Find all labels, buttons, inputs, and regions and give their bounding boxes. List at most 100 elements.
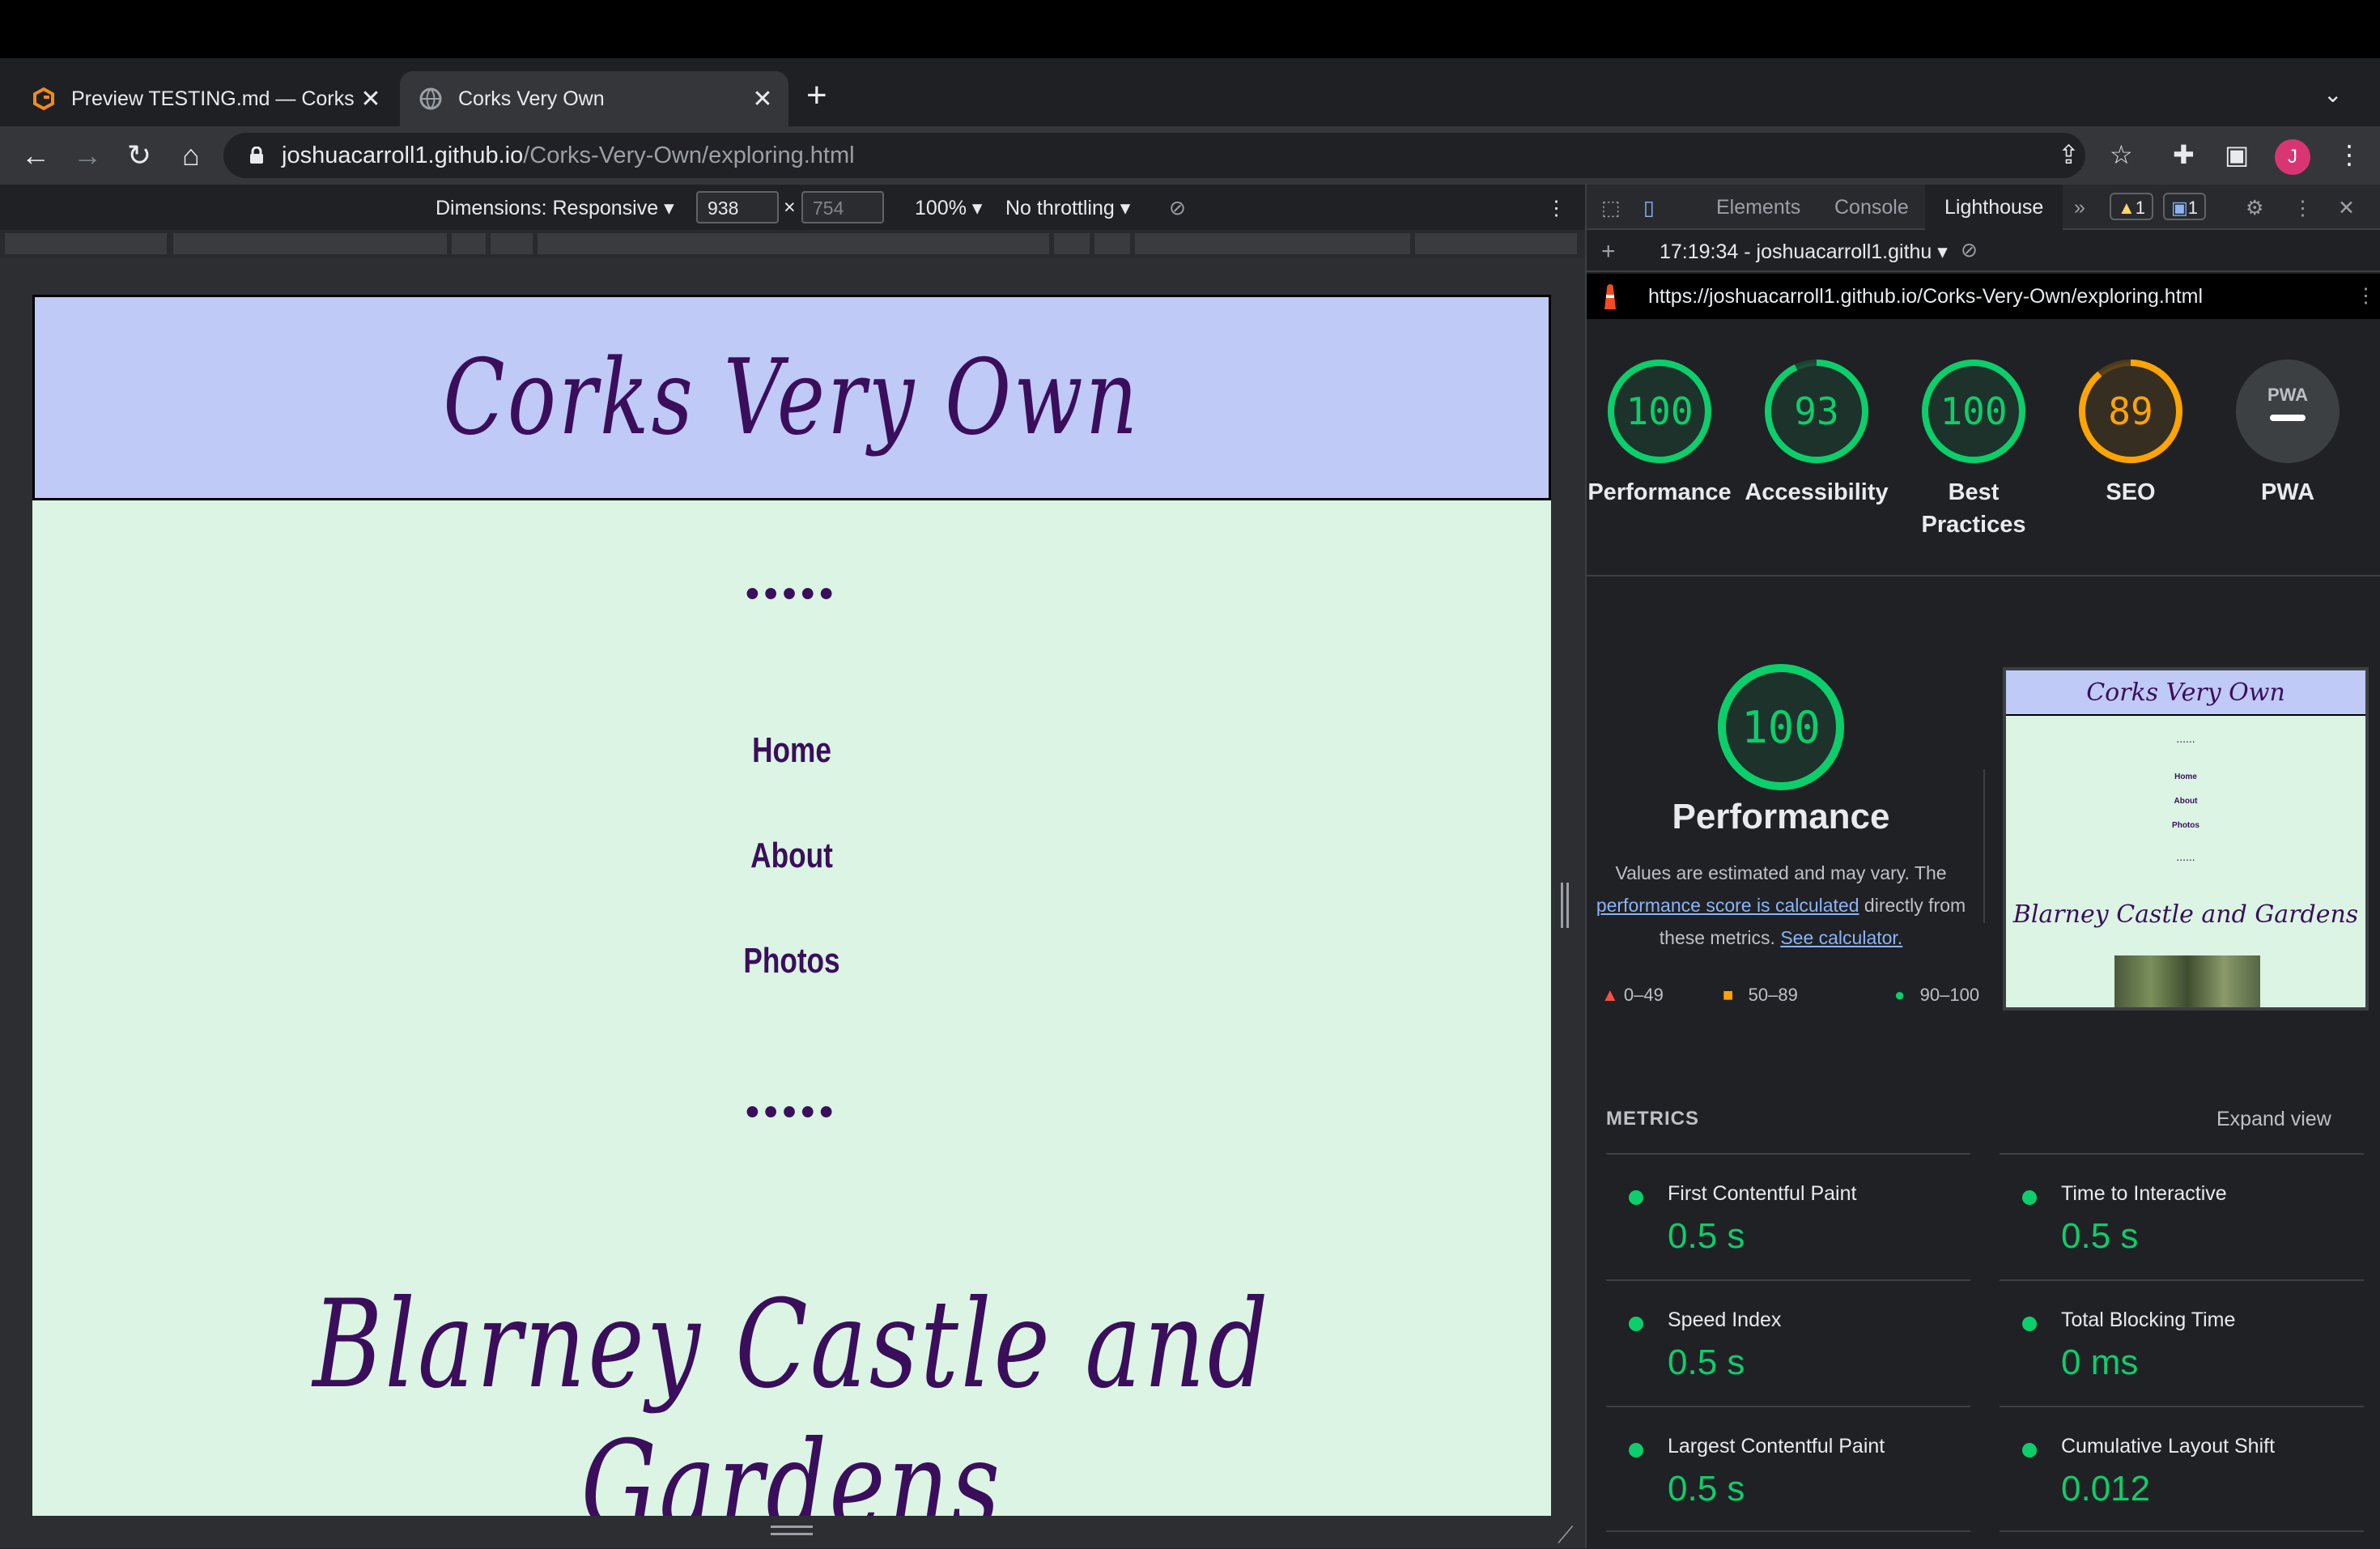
tab-search-chevron-icon[interactable]: ⌄: [2323, 81, 2342, 108]
performance-large-score: 100: [1741, 701, 1821, 753]
throttling-select[interactable]: No throttling ▾: [1005, 196, 1130, 220]
gauge-value: 100: [1940, 389, 2008, 433]
performance-title: Performance: [1672, 797, 1890, 836]
desc-line-3: these metrics.: [1659, 927, 1775, 948]
settings-gear-icon[interactable]: ⚙: [2246, 196, 2263, 220]
nav-link-home[interactable]: Home: [185, 730, 1400, 771]
gauge-value: 100: [1626, 389, 1694, 433]
thumb-heading: Blarney Castle and Gardens: [2012, 900, 2359, 929]
metric-name: Cumulative Layout Shift: [2061, 1435, 2276, 1458]
media-query-bar[interactable]: [0, 230, 1585, 257]
devtools-panel: ⬚ ▯ Elements Console Lighthouse » ▲1 ▣1 …: [1585, 185, 2380, 1548]
desc-line-1: Values are estimated and may vary. The: [1615, 862, 1947, 883]
nav-link-photos[interactable]: Photos: [185, 941, 1400, 981]
gauge-best-practices[interactable]: 100 Best Practices: [1901, 358, 2046, 541]
tab-preview-testing[interactable]: Preview TESTING.md — Corks- ✕: [13, 71, 397, 126]
device-toolbar-menu-icon[interactable]: ⋮: [1546, 196, 1566, 220]
metric-name: Largest Contentful Paint: [1668, 1435, 1885, 1458]
share-icon[interactable]: ⇪: [2058, 139, 2080, 170]
navigation-bar: ← → ↻ ⌂ joshuacarroll1.github.io/Corks-V…: [0, 126, 2380, 185]
gauge-value: 93: [1794, 389, 1839, 433]
metric-speed-index: Speed Index 0.5 s: [1606, 1279, 1970, 1406]
metric-value: 0.5 s: [1668, 1343, 1745, 1382]
metric-value: 0.5 s: [1668, 1216, 1745, 1256]
viewport-height-input[interactable]: 754: [801, 191, 884, 223]
metric-largest-contentful-paint: Largest Contentful Paint 0.5 s: [1606, 1406, 1970, 1532]
profile-avatar[interactable]: J: [2275, 139, 2310, 175]
warnings-badge[interactable]: ▲1: [2110, 193, 2154, 220]
tab-title: Preview TESTING.md — Corks-: [71, 87, 355, 110]
clear-reports-icon[interactable]: ⊘: [1961, 238, 1978, 262]
viewport-resize-corner-icon[interactable]: ⟋: [1558, 1522, 1574, 1549]
extensions-puzzle-icon[interactable]: ✚: [2173, 139, 2195, 170]
gauge-label: PWA: [2260, 479, 2315, 505]
expand-view-toggle[interactable]: Expand view: [2216, 1108, 2331, 1131]
see-calculator-link[interactable]: See calculator.: [1780, 927, 1902, 948]
metrics-header: METRICS: [1606, 1108, 1699, 1130]
close-tab-icon[interactable]: ✕: [355, 85, 387, 113]
viewport-resize-handle-right[interactable]: [1561, 883, 1569, 928]
gauge-performance[interactable]: 100 Performance: [1587, 358, 1732, 509]
forward-icon[interactable]: →: [68, 136, 107, 175]
divider-vertical: [1983, 769, 1985, 923]
side-panel-icon[interactable]: ▣: [2225, 139, 2249, 170]
tab-corks-very-own[interactable]: Corks Very Own ✕: [400, 71, 788, 126]
device-toggle-icon[interactable]: ▯: [1643, 196, 1655, 220]
inspect-element-icon[interactable]: ⬚: [1601, 196, 1621, 220]
tab-elements[interactable]: Elements: [1716, 196, 1800, 219]
devtools-menu-icon[interactable]: ⋮: [2293, 196, 2313, 220]
bookmark-star-icon[interactable]: ☆: [2110, 139, 2133, 170]
messages-count: 1: [2187, 198, 2199, 218]
address-bar[interactable]: joshuacarroll1.github.io/Corks-Very-Own/…: [223, 133, 2085, 178]
tab-console[interactable]: Console: [1834, 196, 1909, 219]
nav-link-about[interactable]: About: [185, 836, 1400, 876]
close-devtools-icon[interactable]: ✕: [2338, 196, 2355, 220]
thumb-nav-home: Home: [2174, 772, 2197, 781]
gauge-pwa[interactable]: PWA PWA: [2215, 358, 2361, 509]
thumb-title: Corks Very Own: [2006, 670, 2365, 716]
metric-value: 0.5 s: [1668, 1469, 1745, 1509]
final-screenshot-thumbnail[interactable]: Corks Very Own ...... Home About Photos …: [2003, 667, 2369, 1011]
message-icon: ▣: [2171, 198, 2188, 218]
fail-triangle-icon: ▲: [1601, 985, 1619, 1005]
gauge-label: Accessibility: [1745, 479, 1889, 505]
rotate-icon[interactable]: ⊘: [1169, 196, 1186, 220]
home-icon[interactable]: ⌂: [172, 136, 210, 175]
gauge-label: Performance: [1587, 479, 1732, 505]
new-report-icon[interactable]: +: [1601, 238, 1616, 266]
site-title: Corks Very Own: [443, 337, 1141, 458]
gauge-label: SEO: [2106, 479, 2156, 505]
pass-dot-icon: [2022, 1317, 2037, 1331]
url-path: /Corks-Very-Own/exploring.html: [523, 142, 855, 168]
viewport-resize-handle-bottom[interactable]: [771, 1526, 813, 1535]
nav-divider-bottom: •••••: [745, 1091, 839, 1134]
dimension-separator: ×: [784, 196, 796, 219]
dimensions-select[interactable]: Dimensions: Responsive ▾: [436, 196, 674, 220]
zoom-select[interactable]: 100% ▾: [915, 196, 982, 220]
tab-lighthouse[interactable]: Lighthouse: [1925, 185, 2063, 230]
back-icon[interactable]: ←: [16, 136, 55, 175]
url-host: joshuacarroll1.github.io: [282, 142, 524, 168]
close-tab-icon[interactable]: ✕: [746, 85, 779, 113]
legend-fail: ▲ 0–49: [1601, 985, 1664, 1006]
more-tabs-icon[interactable]: »: [2074, 196, 2085, 219]
window-titlebar: [0, 0, 2380, 58]
messages-badge[interactable]: ▣1: [2163, 193, 2207, 220]
thumb-dots-top: ......: [2176, 732, 2195, 745]
pass-dot-icon: [1629, 1443, 1643, 1458]
gauge-accessibility[interactable]: 93 Accessibility: [1744, 358, 1889, 509]
new-tab-icon[interactable]: +: [806, 78, 827, 113]
report-select[interactable]: 17:19:34 - joshuacarroll1.githu ▾: [1660, 240, 1948, 264]
pass-dot-icon: [1629, 1317, 1643, 1331]
metric-name: Speed Index: [1668, 1309, 1782, 1331]
viewport-width-input[interactable]: 938: [696, 191, 779, 223]
lighthouse-toolbar: + 17:19:34 - joshuacarroll1.githu ▾ ⊘: [1587, 230, 2380, 272]
report-menu-icon[interactable]: ⋮: [2356, 283, 2376, 308]
device-toolbar: Dimensions: Responsive ▾ 938 × 754 100% …: [0, 185, 1585, 230]
lock-icon: [248, 146, 266, 164]
gauge-seo[interactable]: 89 SEO: [2058, 358, 2204, 509]
browser-menu-icon[interactable]: ⋮: [2336, 139, 2362, 170]
score-calculated-link[interactable]: performance score is calculated: [1596, 895, 1859, 916]
thumb-nav-photos: Photos: [2172, 821, 2199, 830]
reload-icon[interactable]: ↻: [120, 136, 159, 175]
